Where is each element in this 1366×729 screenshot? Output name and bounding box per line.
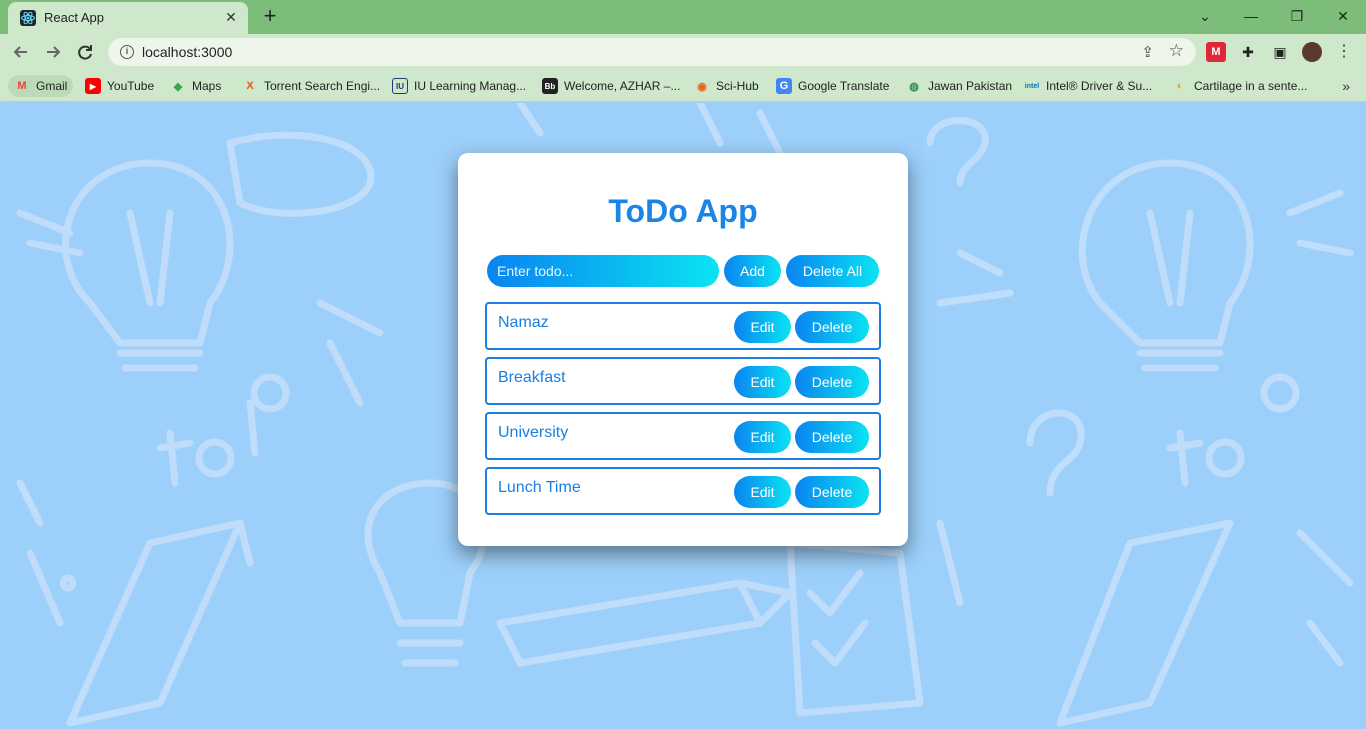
forward-button[interactable] (40, 39, 66, 65)
translate-icon: G (776, 78, 792, 94)
browser-titlebar: React App ✕ + ⌄ — ❐ ✕ (0, 0, 1366, 34)
bookmark-label: Jawan Pakistan (928, 79, 1013, 93)
youtube-icon: ▶ (85, 78, 101, 94)
bookmark-label: Maps (192, 79, 222, 93)
cartilage-icon: ◐ (1176, 80, 1184, 92)
todo-text: Namaz (498, 314, 549, 331)
close-window-button[interactable]: ✕ (1320, 3, 1366, 29)
delete-button[interactable]: Delete (795, 476, 869, 508)
todo-item: University Edit Delete (485, 412, 881, 460)
profile-avatar[interactable] (1302, 42, 1322, 62)
intel-icon: intel (1024, 82, 1040, 90)
todo-text: Lunch Time (498, 479, 581, 496)
jawan-icon: ◍ (909, 80, 919, 93)
edit-button[interactable]: Edit (734, 366, 791, 398)
side-panel-icon[interactable]: ▣ (1270, 42, 1290, 62)
bookmark-youtube[interactable]: ▶ YouTube (79, 75, 160, 97)
bookmark-intel[interactable]: intel Intel® Driver & Su... (1018, 75, 1158, 97)
add-button[interactable]: Add (724, 255, 781, 287)
bookmark-label: Intel® Driver & Su... (1046, 79, 1153, 93)
todo-item: Breakfast Edit Delete (485, 357, 881, 405)
app-title: ToDo App (608, 193, 758, 229)
bookmark-label: Google Translate (798, 79, 890, 93)
todo-list: Namaz Edit Delete Breakfast Edit Delete … (485, 302, 881, 522)
reload-icon (78, 45, 92, 60)
todo-text: University (498, 424, 569, 441)
torrent-icon: X (246, 80, 254, 92)
delete-button[interactable]: Delete (795, 366, 869, 398)
bookmark-google-translate[interactable]: G Google Translate (770, 75, 895, 97)
bookmark-label: Torrent Search Engi... (264, 79, 381, 93)
todo-input[interactable] (487, 255, 719, 287)
reload-button[interactable] (72, 39, 98, 65)
page-viewport: ToDo App Add Delete All Namaz Edit Delet… (0, 103, 1366, 729)
bookmark-label: Sci-Hub (716, 79, 759, 93)
bookmark-star-icon[interactable]: ☆ (1169, 41, 1184, 61)
bookmark-label: Gmail (36, 79, 68, 93)
iu-icon: IU (392, 78, 408, 94)
bookmark-label: IU Learning Manag... (414, 79, 527, 93)
gmail-icon: M (17, 80, 27, 92)
bookmark-maps[interactable]: ◆ Maps (164, 75, 227, 97)
site-info-icon[interactable]: i (120, 45, 134, 59)
delete-all-button[interactable]: Delete All (786, 255, 879, 287)
url-text[interactable]: localhost:3000 (142, 44, 232, 60)
forward-arrow-icon (47, 46, 61, 58)
tab-title: React App (44, 10, 104, 25)
minimize-button[interactable]: — (1228, 3, 1274, 29)
mendeley-extension-icon[interactable]: M (1206, 42, 1226, 62)
bookmark-scihub[interactable]: ◉ Sci-Hub (688, 75, 765, 97)
edit-button[interactable]: Edit (734, 476, 791, 508)
todo-item: Namaz Edit Delete (485, 302, 881, 350)
address-bar[interactable]: i localhost:3000 ⇪ ☆ (108, 38, 1196, 66)
back-arrow-icon (13, 46, 27, 58)
delete-button[interactable]: Delete (795, 421, 869, 453)
share-icon[interactable]: ⇪ (1141, 43, 1154, 61)
delete-button[interactable]: Delete (795, 311, 869, 343)
bookmark-torrent[interactable]: X Torrent Search Engi... (236, 75, 386, 97)
bookmark-blackboard[interactable]: Bb Welcome, AZHAR –... (536, 75, 686, 97)
scihub-icon: ◉ (697, 80, 707, 93)
more-bookmarks-icon[interactable]: » (1342, 78, 1350, 94)
bookmark-label: Cartilage in a sente... (1194, 79, 1308, 93)
bookmark-label: YouTube (107, 79, 155, 93)
browser-tab[interactable]: React App ✕ (8, 2, 248, 34)
react-favicon-icon (20, 10, 36, 26)
edit-button[interactable]: Edit (734, 421, 791, 453)
browser-menu-icon[interactable]: ⋮ (1334, 42, 1354, 62)
tab-search-button[interactable]: ⌄ (1182, 3, 1228, 29)
bookmark-label: Welcome, AZHAR –... (564, 79, 681, 93)
maps-icon: ◆ (173, 80, 183, 93)
edit-button[interactable]: Edit (734, 311, 791, 343)
bookmark-jawan-pakistan[interactable]: ◍ Jawan Pakistan (900, 75, 1018, 97)
browser-toolbar: i localhost:3000 ⇪ ☆ M ✚ ▣ ⋮ (0, 34, 1366, 70)
new-tab-button[interactable]: + (258, 5, 282, 29)
bb-icon: Bb (542, 78, 558, 94)
bookmark-cartilage[interactable]: ◐ Cartilage in a sente... (1166, 75, 1313, 97)
back-button[interactable] (8, 39, 34, 65)
bookmark-gmail[interactable]: M Gmail (8, 75, 74, 97)
bookmarks-bar: M Gmail ▶ YouTube ◆ Maps X Torrent Searc… (0, 70, 1366, 102)
extensions-puzzle-icon[interactable]: ✚ (1238, 42, 1258, 62)
tab-close-icon[interactable]: ✕ (222, 8, 240, 26)
todo-text: Breakfast (498, 369, 566, 386)
todo-card: ToDo App Add Delete All Namaz Edit Delet… (458, 153, 908, 546)
restore-button[interactable]: ❐ (1274, 3, 1320, 29)
bookmark-iu[interactable]: IU IU Learning Manag... (386, 75, 532, 97)
todo-item: Lunch Time Edit Delete (485, 467, 881, 515)
